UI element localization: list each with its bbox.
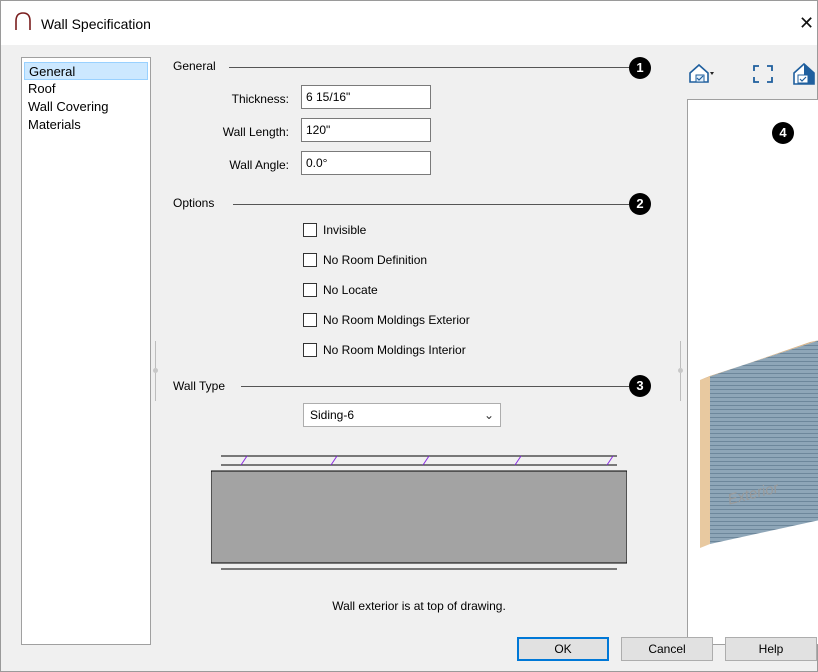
invisible-checkbox-row[interactable]: Invisible xyxy=(303,221,366,239)
wall-arch-icon xyxy=(15,12,31,30)
wall-core-fill xyxy=(211,470,627,564)
wall-type-select[interactable]: Siding-6 ⌄ xyxy=(303,403,501,427)
drawing-caption: Wall exterior is at top of drawing. xyxy=(332,599,506,613)
invisible-checkbox-label: Invisible xyxy=(323,223,367,237)
no-room-definition-checkbox-label: No Room Definition xyxy=(323,253,428,267)
nav-item-roof[interactable]: Roof xyxy=(24,80,148,98)
callout-badge-4: 4 xyxy=(772,122,794,144)
callout-badge-3: 3 xyxy=(629,375,651,397)
title-bar: Wall Specification ✕ xyxy=(1,1,817,45)
nav-item-materials[interactable]: Materials xyxy=(24,116,148,134)
no-room-moldings-interior-checkbox-label: No Room Moldings Interior xyxy=(323,343,466,357)
thickness-input[interactable]: 6 15/16" xyxy=(301,85,431,109)
wall-angle-label: Wall Angle: xyxy=(229,158,289,172)
wall-3d-preview[interactable]: 4 Exterior xyxy=(687,99,818,645)
siding-hatch xyxy=(240,455,614,466)
no-room-moldings-interior-checkbox-row[interactable]: No Room Moldings Interior xyxy=(303,341,466,359)
no-room-moldings-interior-checkbox[interactable] xyxy=(303,343,317,357)
wall-type-select-value: Siding-6 xyxy=(310,408,355,422)
invisible-checkbox[interactable] xyxy=(303,223,317,237)
wall-length-input[interactable]: 120" xyxy=(301,118,431,142)
dialog-window: Wall Specification ✕ General Roof Wall C… xyxy=(0,0,818,672)
no-locate-checkbox-label: No Locate xyxy=(323,283,378,297)
wall-type-heading: Wall Type xyxy=(173,379,226,393)
thickness-label: Thickness: xyxy=(231,92,289,106)
no-room-moldings-exterior-checkbox[interactable] xyxy=(303,313,317,327)
close-icon[interactable]: ✕ xyxy=(799,11,817,35)
nav-item-general[interactable]: General xyxy=(24,62,148,80)
no-room-moldings-exterior-checkbox-row[interactable]: No Room Moldings Exterior xyxy=(303,311,470,329)
general-heading: General xyxy=(173,59,216,73)
options-divider xyxy=(233,204,629,205)
callout-badge-1: 1 xyxy=(629,57,651,79)
options-heading: Options xyxy=(173,196,215,210)
no-room-moldings-exterior-checkbox-label: No Room Moldings Exterior xyxy=(323,313,470,327)
no-room-definition-checkbox-row[interactable]: No Room Definition xyxy=(303,251,427,269)
ok-button[interactable]: OK xyxy=(517,637,609,661)
wall-length-label: Wall Length: xyxy=(222,125,289,139)
callout-badge-2: 2 xyxy=(629,193,651,215)
wall-type-divider xyxy=(241,386,629,387)
general-divider xyxy=(229,67,629,68)
chevron-down-icon: ⌄ xyxy=(483,408,494,422)
no-room-definition-checkbox[interactable] xyxy=(303,253,317,267)
view-settings-icon[interactable] xyxy=(791,61,818,87)
left-splitter-handle[interactable] xyxy=(152,341,160,401)
category-list: General Roof Wall Covering Materials xyxy=(21,57,151,645)
fit-to-window-icon[interactable] xyxy=(749,61,777,87)
render-options-icon[interactable] xyxy=(687,61,715,87)
no-locate-checkbox-row[interactable]: No Locate xyxy=(303,281,378,299)
wall-section-drawing xyxy=(211,455,627,570)
help-button[interactable]: Help xyxy=(725,637,817,661)
nav-item-wall-covering[interactable]: Wall Covering xyxy=(24,98,148,116)
no-locate-checkbox[interactable] xyxy=(303,283,317,297)
window-title: Wall Specification xyxy=(41,16,151,32)
wall-angle-input[interactable]: 0.0° xyxy=(301,151,431,175)
right-splitter-handle[interactable] xyxy=(677,341,685,401)
cancel-button[interactable]: Cancel xyxy=(621,637,713,661)
